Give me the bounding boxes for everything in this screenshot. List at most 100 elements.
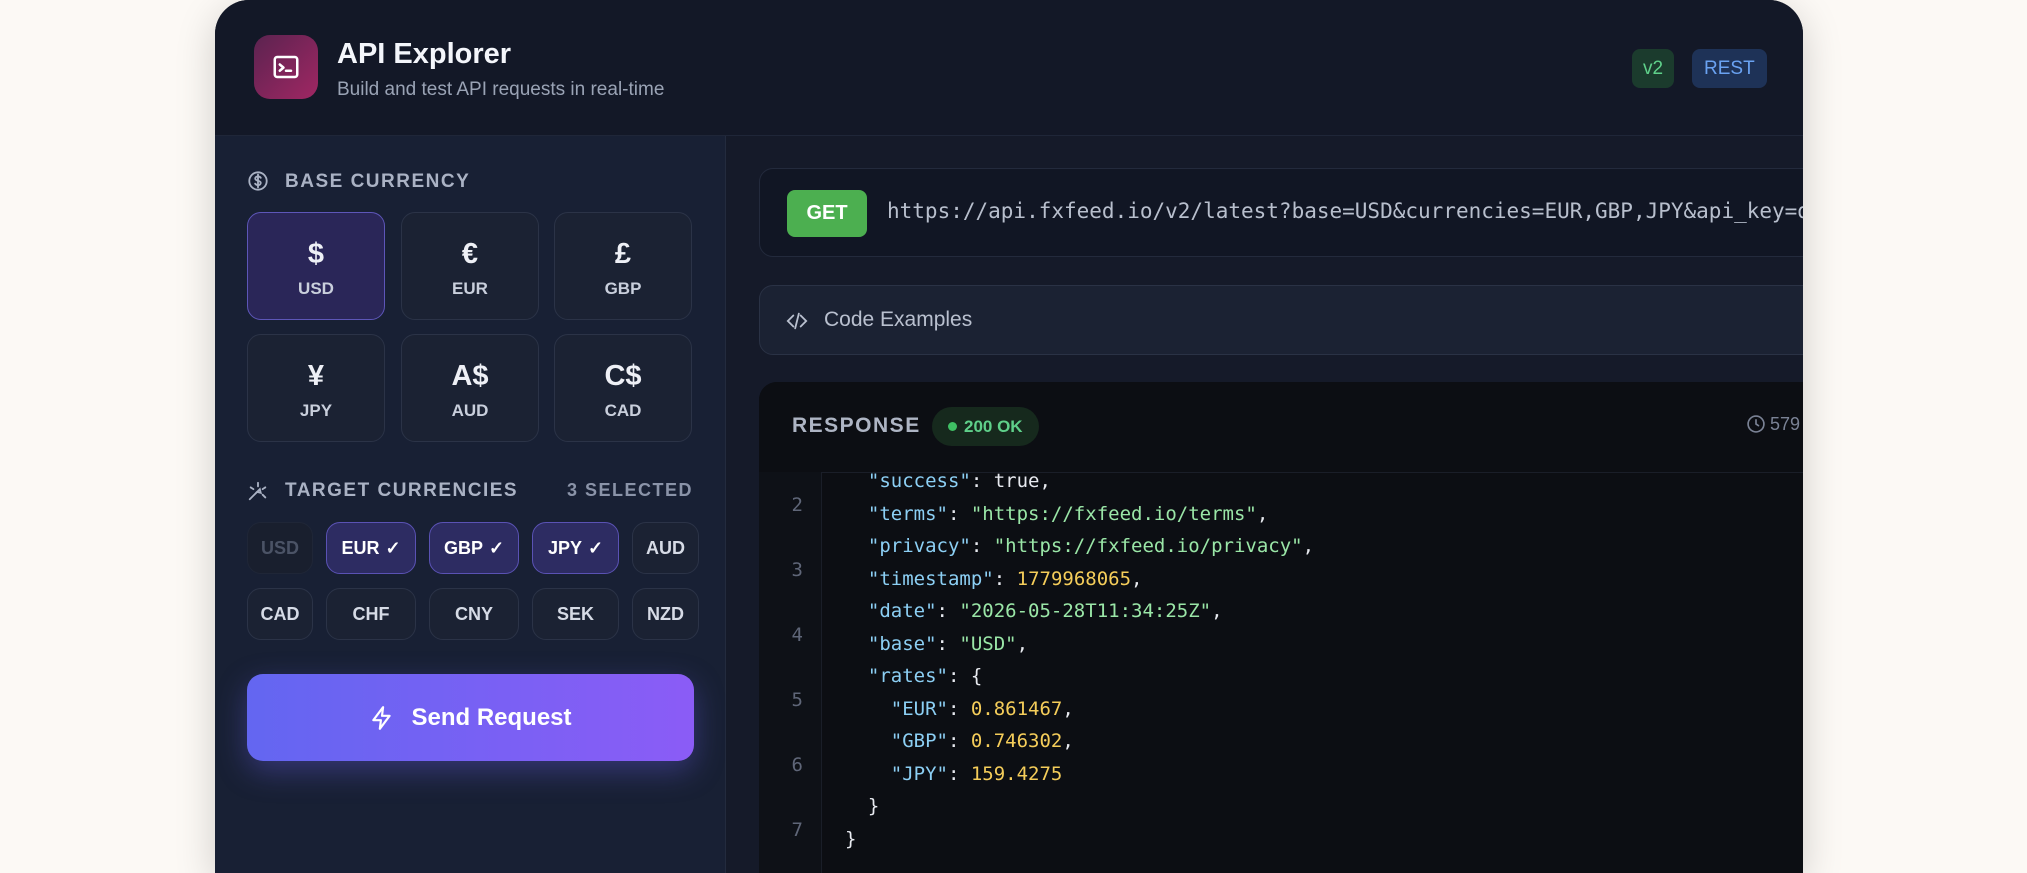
code-line: "terms": "https://fxfeed.io/terms", [867, 502, 1269, 525]
header: API Explorer Build and test API requests… [215, 0, 1803, 136]
response-header: RESPONSE 200 OK 579 [759, 382, 1803, 473]
json-value: 1779968065 [1016, 567, 1132, 590]
currency-code: USD [298, 279, 334, 298]
send-request-button[interactable]: Send Request [247, 674, 694, 761]
status-dot [948, 422, 957, 431]
json-value: 0.746302 [970, 730, 1063, 752]
json-value: "2026-05-28T11:34:25Z" [959, 600, 1212, 622]
target-chip-aud[interactable]: AUD [632, 522, 699, 574]
json-key: "date" [867, 600, 937, 622]
target-chip-jpy[interactable]: JPY ✓ [532, 522, 619, 574]
status-badge: 200 OK [932, 407, 1039, 446]
json-value: } [867, 795, 880, 817]
target-chip-eur[interactable]: EUR ✓ [326, 522, 416, 574]
chip-label: JPY [547, 537, 582, 558]
currency-symbol: € [461, 238, 479, 270]
chip-label: AUD [646, 537, 685, 558]
target-chip-cad[interactable]: CAD [247, 588, 313, 640]
code-line: "success": true, [867, 470, 1051, 492]
json-value: { [970, 665, 983, 687]
currency-symbol: $ [307, 238, 325, 270]
code-examples-label: Code Examples [824, 308, 973, 331]
bolt-icon [372, 705, 392, 730]
response-title: RESPONSE [792, 414, 921, 437]
json-value: true [993, 470, 1040, 492]
currency-symbol: ¥ [307, 360, 325, 392]
code-line: } [845, 795, 879, 817]
json-key: "GBP" [890, 730, 948, 752]
line-number: 7 [791, 819, 803, 841]
base-currency-usd[interactable]: $ USD [247, 212, 385, 320]
base-currency-aud[interactable]: A$ AUD [401, 334, 539, 442]
json-value: "USD" [959, 632, 1017, 655]
code-line: "date": "2026-05-28T11:34:25Z", [867, 600, 1223, 622]
currency-code: CAD [604, 401, 642, 420]
target-chip-usd: USD [247, 522, 313, 574]
response-time: 579 [1770, 414, 1801, 434]
chip-label: CHF [352, 603, 390, 624]
json-key: "EUR" [890, 697, 948, 720]
code-line: "base": "USD", [867, 632, 1029, 655]
currency-code: EUR [452, 279, 488, 298]
target-chip-gbp[interactable]: GBP ✓ [429, 522, 519, 574]
code-line: "rates": { [867, 665, 983, 687]
target-chip-chf[interactable]: CHF [326, 588, 416, 640]
sparkle-icon [248, 481, 267, 501]
sidebar: BASE CURRENCY $ USD € EUR £ GBP ¥ JPY A$… [215, 136, 726, 873]
json-value: 0.861467 [970, 697, 1063, 720]
main-panel: GET https://api.fxfeed.io/v2/latest?base… [726, 136, 1803, 873]
base-currency-gbp[interactable]: £ GBP [554, 212, 692, 320]
status-text: 200 OK [964, 417, 1023, 436]
chip-label: EUR [341, 537, 380, 558]
chip-label: NZD [647, 603, 684, 624]
version-badge: v2 [1632, 49, 1675, 88]
currency-symbol: C$ [604, 360, 642, 392]
target-chip-cny[interactable]: CNY [429, 588, 519, 640]
code-line: "JPY": 159.4275 [890, 762, 1063, 785]
app-window: API Explorer Build and test API requests… [215, 0, 1803, 873]
target-chip-nzd[interactable]: NZD [632, 588, 699, 640]
json-value: 159.4275 [970, 762, 1063, 785]
base-currency-jpy[interactable]: ¥ JPY [247, 334, 385, 442]
code-icon [786, 312, 808, 330]
check-icon: ✓ [385, 537, 401, 558]
json-key: "timestamp" [867, 567, 994, 590]
json-key: "privacy" [867, 535, 971, 557]
code-line: "EUR": 0.861467, [890, 697, 1074, 720]
page-title: API Explorer [337, 38, 512, 70]
json-key: "JPY" [890, 762, 948, 785]
chip-label: GBP [443, 537, 483, 558]
json-value: "https://fxfeed.io/privacy" [993, 535, 1303, 557]
request-url[interactable]: https://api.fxfeed.io/v2/latest?base=USD… [887, 199, 1803, 223]
check-icon: ✓ [488, 537, 505, 558]
selected-count: 3 SELECTED [567, 480, 694, 500]
rest-badge: REST [1692, 49, 1767, 88]
json-key: "success" [867, 470, 971, 492]
json-value: } [845, 827, 857, 850]
json-key: "base" [867, 632, 937, 655]
target-chip-sek[interactable]: SEK [532, 588, 619, 640]
currency-code: GBP [604, 279, 642, 298]
code-line: "timestamp": 1779968065, [867, 567, 1143, 590]
currency-code: JPY [299, 401, 333, 420]
chip-label: CNY [454, 603, 493, 624]
line-number: 2 [791, 494, 803, 516]
currency-symbol: £ [614, 238, 632, 270]
chip-label: SEK [556, 603, 594, 624]
page-subtitle: Build and test API requests in real-time [337, 79, 665, 100]
method-badge[interactable]: GET [787, 190, 867, 237]
line-number: 6 [791, 754, 803, 776]
target-currencies-label: TARGET CURRENCIES [285, 480, 519, 501]
currency-code: AUD [451, 401, 489, 420]
request-url-bar[interactable]: GET https://api.fxfeed.io/v2/latest?base… [759, 168, 1803, 257]
code-line: "GBP": 0.746302, [890, 730, 1074, 752]
clock-icon [1747, 415, 1765, 433]
response-panel: RESPONSE 200 OK 579 2 3 4 5 6 7 "success… [759, 382, 1803, 873]
dollar-circle-icon [248, 171, 268, 191]
code-examples-toggle[interactable]: Code Examples [759, 285, 1803, 355]
json-value: "https://fxfeed.io/terms" [970, 502, 1257, 525]
base-currency-cad[interactable]: C$ CAD [554, 334, 692, 442]
base-currency-eur[interactable]: € EUR [401, 212, 539, 320]
line-number-gutter: 2 3 4 5 6 7 [759, 472, 822, 873]
json-key: "rates" [867, 665, 948, 687]
